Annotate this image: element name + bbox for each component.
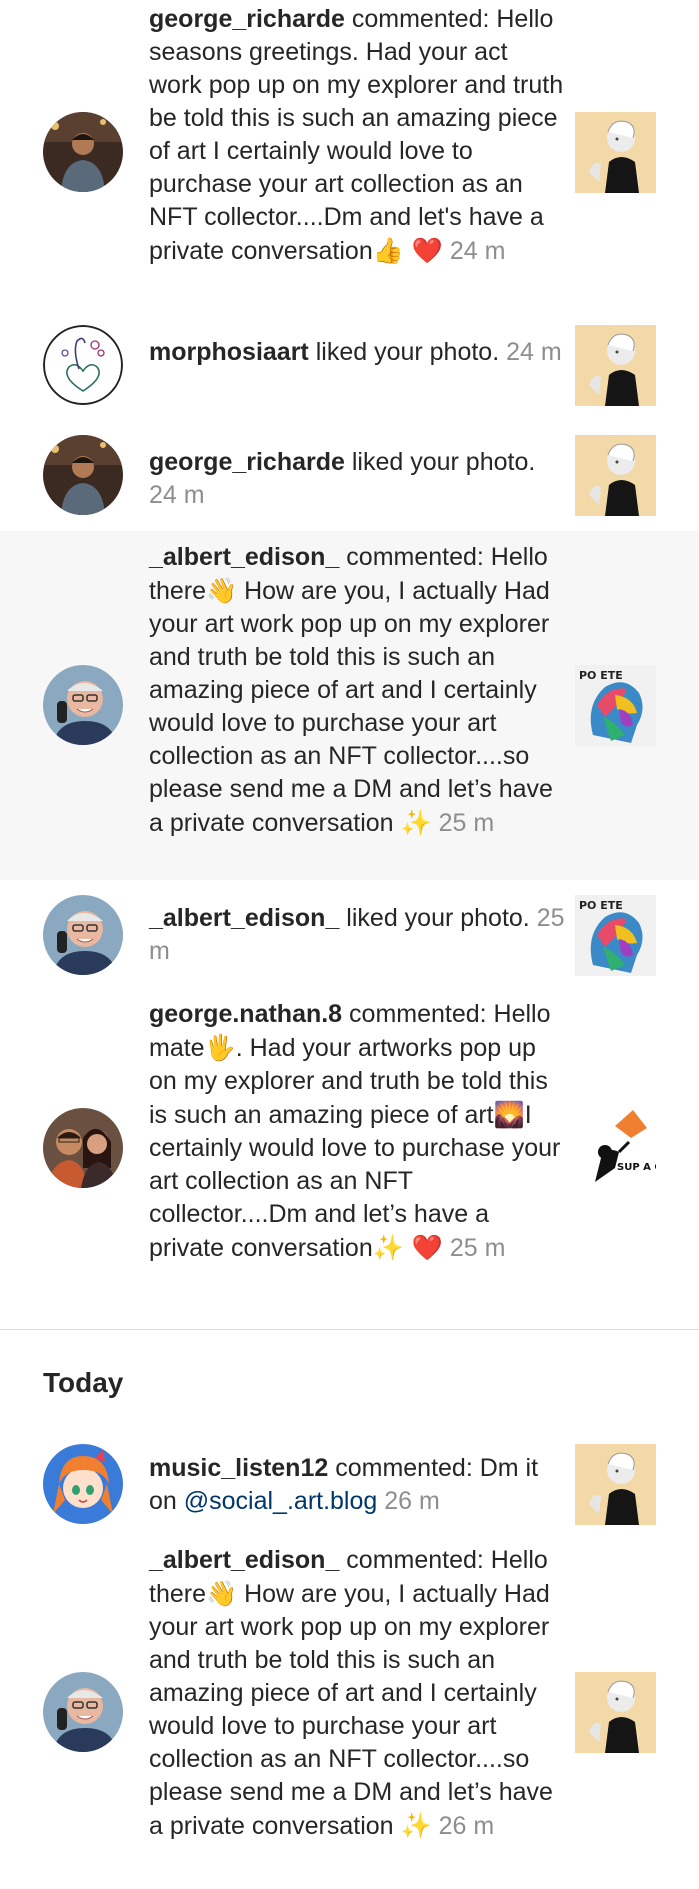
- thumb-art-text: PO ETE: [579, 899, 623, 912]
- notification-item[interactable]: george_richarde liked your photo. 24 m: [0, 423, 699, 531]
- section-divider: [0, 1329, 699, 1330]
- like-text: liked your photo.: [344, 448, 536, 476]
- user-avatar[interactable]: [43, 325, 123, 405]
- notification-item[interactable]: _albert_edison_ liked your photo. 25 m P…: [0, 880, 699, 990]
- user-avatar[interactable]: [43, 112, 123, 192]
- notification-item[interactable]: music_listen12 commented: Dm it on @soci…: [0, 1432, 699, 1542]
- hand-emoji: 🖐: [204, 1033, 236, 1062]
- notification-text: george.nathan.8 commented: Hello mate🖐. …: [149, 998, 565, 1265]
- notification-item[interactable]: _albert_edison_ commented: Hello there👋 …: [0, 1542, 699, 1889]
- timestamp: 24 m: [506, 338, 562, 366]
- post-thumbnail[interactable]: [575, 1444, 656, 1525]
- username-link[interactable]: george_richarde: [149, 5, 345, 33]
- post-thumbnail[interactable]: [575, 435, 656, 516]
- username-link[interactable]: music_listen12: [149, 1454, 328, 1482]
- username-link[interactable]: _albert_edison_: [149, 904, 339, 932]
- thumb-art-text: PO ETE: [579, 669, 623, 682]
- wave-emoji: 👋: [205, 1579, 238, 1608]
- like-text: liked your photo.: [339, 904, 530, 932]
- notification-text: _albert_edison_ commented: Hello there👋 …: [149, 1544, 565, 1843]
- timestamp: 26 m: [384, 1487, 440, 1515]
- comment-text: How are you, I actually Had your art wor…: [149, 577, 560, 837]
- notification-text: morphosiaart liked your photo. 24 m: [149, 336, 565, 369]
- post-thumbnail[interactable]: PO ETE: [575, 895, 656, 976]
- post-thumbnail[interactable]: [575, 325, 656, 406]
- username-link[interactable]: morphosiaart: [149, 338, 309, 366]
- notification-text: george_richarde commented: Hello seasons…: [149, 3, 565, 268]
- timestamp: 24 m: [149, 481, 205, 509]
- sparkles-heart-emoji: ✨ ❤️: [372, 1233, 443, 1262]
- username-link[interactable]: _albert_edison_: [149, 543, 339, 571]
- post-thumbnail[interactable]: [575, 112, 656, 193]
- notification-item[interactable]: _albert_edison_ commented: Hello there👋 …: [0, 531, 699, 880]
- notification-text: _albert_edison_ liked your photo. 25 m: [149, 902, 565, 968]
- user-avatar[interactable]: [43, 895, 123, 975]
- activity-feed: george_richarde commented: Hello seasons…: [0, 0, 699, 1889]
- notification-item[interactable]: morphosiaart liked your photo. 24 m: [0, 312, 699, 423]
- timestamp: 26 m: [438, 1812, 495, 1840]
- username-link[interactable]: _albert_edison_: [149, 1546, 339, 1574]
- post-thumbnail[interactable]: PO ETE: [575, 665, 656, 746]
- wave-emoji: 👋: [205, 576, 238, 605]
- notification-text: _albert_edison_ commented: Hello there👋 …: [149, 541, 565, 840]
- timestamp: 25 m: [449, 1234, 506, 1262]
- username-link[interactable]: george.nathan.8: [149, 1000, 342, 1028]
- notification-item[interactable]: george.nathan.8 commented: Hello mate🖐. …: [0, 990, 699, 1329]
- username-link[interactable]: george_richarde: [149, 448, 345, 476]
- art-emoji: 🌄: [493, 1100, 525, 1129]
- post-thumbnail[interactable]: [575, 1672, 656, 1753]
- section-heading-today: Today: [43, 1367, 124, 1398]
- timestamp: 25 m: [438, 809, 495, 837]
- notification-text: music_listen12 commented: Dm it on @soci…: [149, 1452, 565, 1518]
- post-thumbnail[interactable]: SUP A CHIP: [575, 1108, 656, 1189]
- user-avatar[interactable]: [43, 1672, 123, 1752]
- user-avatar[interactable]: [43, 1444, 123, 1524]
- emoji: 👍 ❤️: [372, 236, 443, 265]
- mention-link[interactable]: @social_.art.blog: [184, 1487, 378, 1515]
- notification-text: george_richarde liked your photo. 24 m: [149, 446, 565, 512]
- notification-item[interactable]: george_richarde commented: Hello seasons…: [0, 0, 699, 312]
- user-avatar[interactable]: [43, 665, 123, 745]
- timestamp: 24 m: [449, 237, 506, 265]
- sparkles-emoji: ✨: [400, 1811, 432, 1840]
- sparkles-emoji: ✨: [400, 808, 432, 837]
- comment-text: commented: Hello seasons greetings. Had …: [149, 5, 571, 265]
- thumb-art-text: SUP A CHIP: [617, 1162, 656, 1173]
- user-avatar[interactable]: [43, 435, 123, 515]
- user-avatar[interactable]: [43, 1108, 123, 1188]
- comment-text: How are you, I actually Had your art wor…: [149, 1580, 560, 1840]
- like-text: liked your photo.: [308, 338, 500, 366]
